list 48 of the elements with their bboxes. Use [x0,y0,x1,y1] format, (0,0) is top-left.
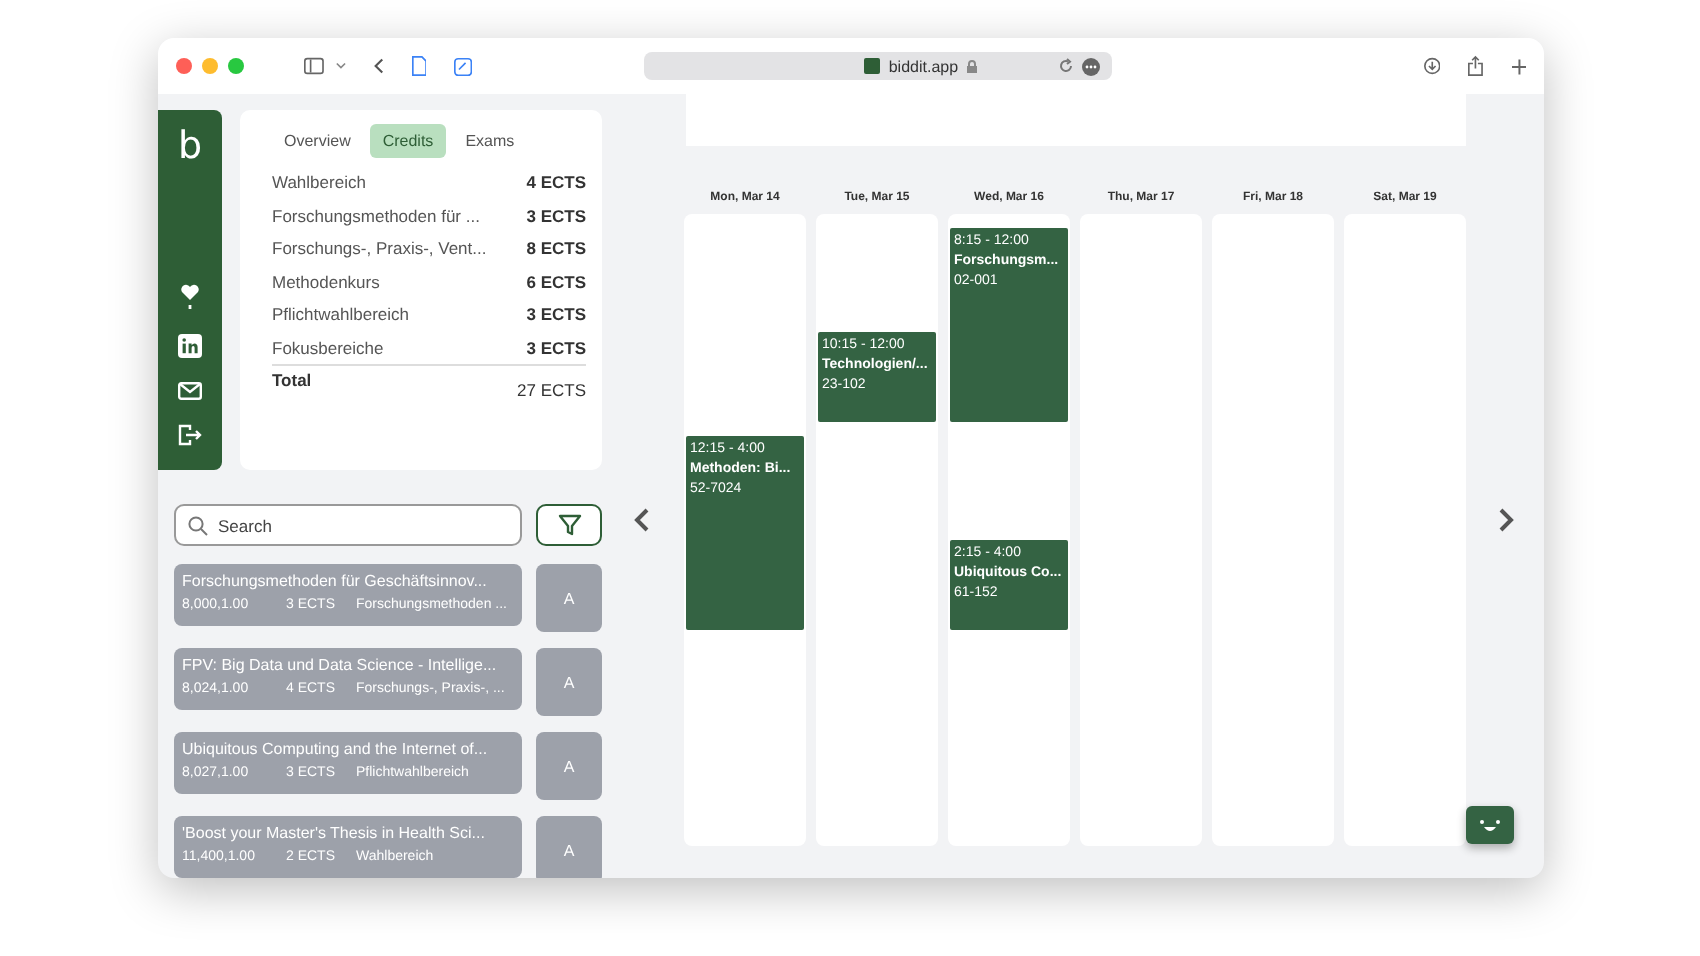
site-favicon [864,58,881,74]
filter-icon [557,514,581,536]
close-button[interactable] [176,58,192,74]
credit-category: Wahlbereich [272,172,366,193]
credit-value: 6 ECTS [526,271,586,292]
credit-category: Forschungs-, Praxis-, Vent... [272,238,487,259]
smiley-icon [1476,817,1504,833]
reload-icon[interactable] [1057,58,1074,74]
extension-icon[interactable] [454,55,473,77]
course-title: Forschungsmethoden für Geschäftsinnov... [182,572,489,590]
credit-category: Pflichtwahlbereich [272,304,410,325]
course-title: Ubiquitous Computing and the Internet of... [182,740,490,758]
lock-icon [966,59,979,73]
credit-value: 3 ECTS [526,205,586,226]
total-label: Total [272,370,312,390]
chevron-left-icon [634,507,650,531]
course-title: FPV: Big Data und Data Science - Intellige... [182,656,499,674]
credit-value: 4 ECTS [526,172,586,193]
app-logo[interactable]: b [177,126,203,166]
tab[interactable]: Overview [272,124,363,158]
credit-value: 3 ECTS [526,304,586,325]
credit-value: 3 ECTS [526,337,586,358]
chevron-down-icon[interactable] [335,62,346,70]
new-tab-icon[interactable] [1511,57,1526,75]
sidebar-icon[interactable] [304,56,324,76]
credit-category: Methodenkurs [272,271,380,292]
tab[interactable]: Exams [453,124,527,158]
total-value: 27 ECTS [517,380,586,400]
share-icon[interactable] [1468,54,1484,78]
credit-value: 8 ECTS [526,238,586,259]
back-icon[interactable] [373,56,384,76]
address-bar[interactable]: biddit.app [644,52,1112,80]
mail-icon[interactable] [178,382,202,400]
credit-category: Fokusbereiche [272,337,384,358]
credit-category: Forschungsmethoden für ... [272,205,480,226]
linkedin-icon[interactable] [178,334,202,358]
filter-button[interactable] [536,504,602,546]
more-icon[interactable] [1081,57,1100,75]
course-title: 'Boost your Master's Thesis in Health Sci... [182,824,487,842]
tab[interactable]: Credits [370,124,446,158]
search-icon [188,515,208,535]
download-icon[interactable] [1423,56,1441,76]
chat-button[interactable] [1466,806,1514,844]
document-icon[interactable] [411,54,427,78]
chevron-right-icon [1498,507,1514,531]
heart-icon[interactable] [180,284,200,310]
search-field[interactable]: Search [174,504,522,546]
logout-icon[interactable] [178,424,202,446]
